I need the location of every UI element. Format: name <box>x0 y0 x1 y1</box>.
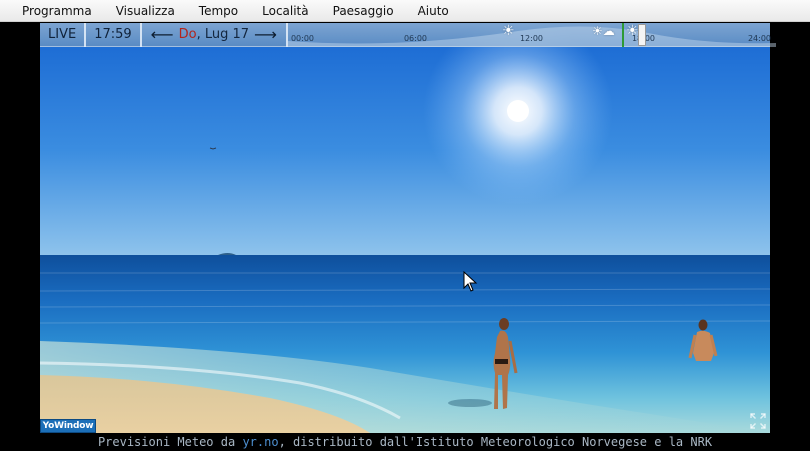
now-marker <box>621 22 624 47</box>
tick-label: 06:00 <box>403 33 428 43</box>
beach-scene <box>40 23 770 433</box>
time-toolbar: LIVE 17:59 ⟵ Do , Lug 17 ⟶ 00:00 06:00 1… <box>40 22 776 47</box>
yr-link[interactable]: yr.no <box>242 435 278 449</box>
tick-label: 12:00 <box>519 33 544 43</box>
credit-prefix: Previsioni Meteo da <box>97 435 243 449</box>
sun-icon: ☀ <box>501 22 515 39</box>
menu-localita[interactable]: Località <box>250 0 321 22</box>
date-label: , Lug 17 <box>196 26 250 42</box>
menu-tempo[interactable]: Tempo <box>187 0 250 22</box>
menu-bar: Programma Visualizza Tempo Località Paes… <box>0 0 810 22</box>
live-button[interactable]: LIVE <box>40 22 87 47</box>
timeline-slider[interactable]: 00:00 06:00 12:00 18:00 24:00 ☀ ☀☁ ☀ <box>287 22 776 47</box>
current-time[interactable]: 17:59 <box>86 22 142 47</box>
fullscreen-expand-icon[interactable] <box>750 413 766 429</box>
next-day-arrow-icon[interactable]: ⟶ <box>249 24 282 46</box>
credit-suffix: , distribuito dall'Istituto Meteorologic… <box>278 435 713 449</box>
menu-visualizza[interactable]: Visualizza <box>104 0 187 22</box>
tick-label: 24:00 <box>747 33 772 43</box>
tick-label: 00:00 <box>290 33 315 43</box>
prev-day-arrow-icon[interactable]: ⟵ <box>146 24 179 46</box>
menu-programma[interactable]: Programma <box>10 0 104 22</box>
sun-cloud-icon: ☀☁ <box>591 23 615 38</box>
day-name: Do <box>178 26 197 42</box>
sun-icon: ☀ <box>625 22 639 39</box>
menu-paesaggio[interactable]: Paesaggio <box>321 0 406 22</box>
weather-landscape[interactable] <box>40 23 770 433</box>
yowindow-logo[interactable]: YoWindow <box>40 419 96 433</box>
menu-aiuto[interactable]: Aiuto <box>406 0 461 22</box>
weather-credit-footer: Previsioni Meteo da yr.no, distribuito d… <box>0 434 810 451</box>
sun-icon <box>507 100 529 122</box>
timeline-handle[interactable] <box>637 23 646 46</box>
logo-text: YoWindow <box>42 421 94 431</box>
yowindow-app: Programma Visualizza Tempo Località Paes… <box>0 0 810 451</box>
date-selector: ⟵ Do , Lug 17 ⟶ <box>142 22 288 47</box>
